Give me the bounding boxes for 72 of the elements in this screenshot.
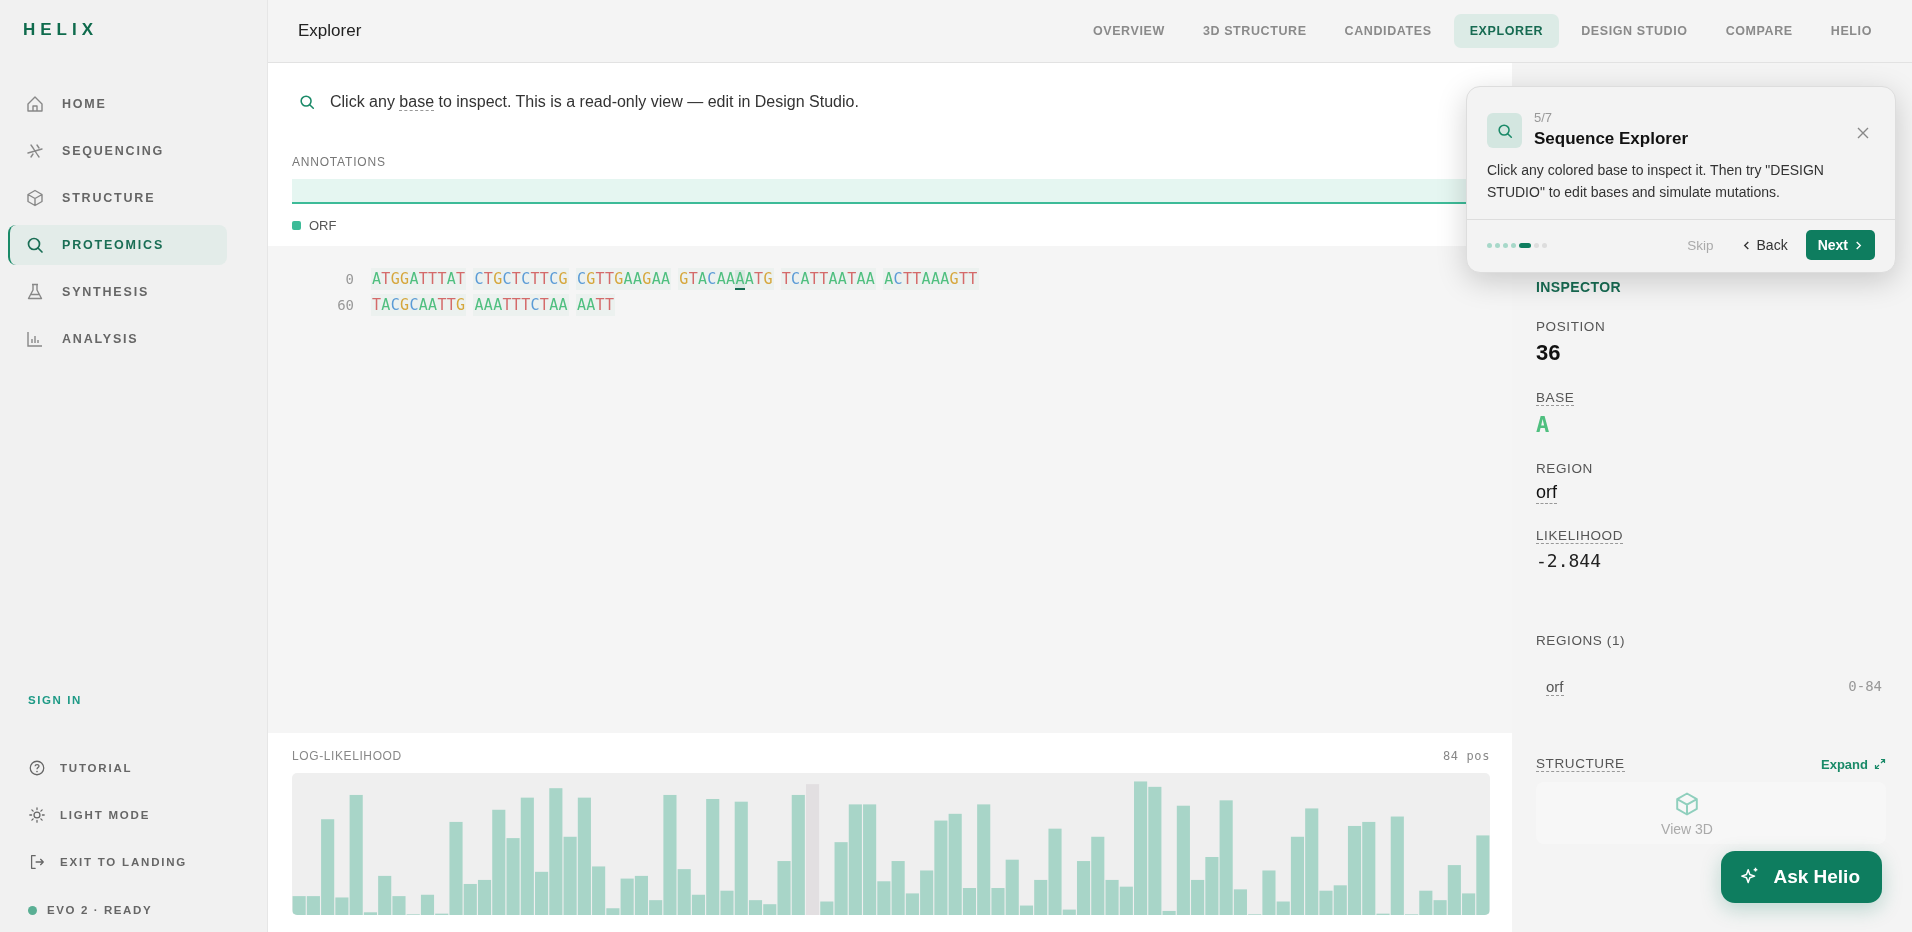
expand-button[interactable]: Expand: [1821, 756, 1886, 772]
popover-text: Click any colored base to inspect it. Then try "DESIGN STUDIO" to edit bases and simulate mutations.: [1486, 161, 1825, 202]
search-icon: [25, 235, 45, 255]
chevron-right-icon: [1854, 240, 1863, 250]
exit-icon: [28, 853, 46, 871]
base-group[interactable]: TCATTAATAA: [780, 268, 877, 290]
sidebar-footer-item[interactable]: TUTORIAL: [8, 748, 133, 788]
nav-tab[interactable]: DESIGN STUDIO: [1565, 14, 1704, 48]
section-heading: REGIONS (1): [1536, 633, 1626, 648]
section-heading: ANNOTATIONS: [292, 155, 387, 169]
search-icon: [1487, 113, 1522, 148]
nav-tab[interactable]: CANDIDATES: [1328, 14, 1448, 48]
search-icon: [298, 93, 316, 111]
field-label: POSITION: [1536, 319, 1606, 334]
sidebar-footer-item[interactable]: EXIT TO LANDING: [8, 842, 188, 882]
sidebar-item[interactable]: STRUCTURE: [8, 178, 227, 218]
position-count: 84 pos: [1443, 749, 1490, 763]
field-label: BASE: [1536, 390, 1575, 406]
base-group[interactable]: AATT: [575, 294, 616, 316]
sidebar-item[interactable]: SYNTHESIS: [8, 272, 227, 312]
page-title: Explorer: [298, 21, 362, 41]
next-button[interactable]: Next: [1805, 230, 1875, 260]
sidebar-item[interactable]: HOME: [8, 84, 227, 124]
ask-helio-button[interactable]: Ask Helio: [1721, 851, 1882, 903]
sign-in-link[interactable]: SIGN IN: [28, 694, 82, 706]
legend-label: ORF: [309, 218, 337, 233]
nav-tab[interactable]: HELIO: [1814, 14, 1888, 48]
close-icon: [1855, 125, 1871, 141]
panel-title: LOG-LIKELIHOOD: [292, 749, 402, 763]
base-group[interactable]: AAATTTCTAA: [473, 294, 569, 316]
sidebar-item[interactable]: SEQUENCING: [8, 131, 227, 171]
step-counter: 5/7: [1534, 110, 1553, 125]
sidebar-footer-item[interactable]: LIGHT MODE: [8, 795, 151, 835]
field-value: orf: [1536, 482, 1557, 504]
base-group[interactable]: CGTTGAAGAA: [575, 268, 672, 290]
field-value: -2.844: [1536, 550, 1602, 571]
base-group[interactable]: ATGGATTTAT: [371, 268, 467, 290]
flask-icon: [25, 282, 45, 302]
region-range: 0-84: [1848, 678, 1882, 696]
home-icon: [25, 94, 45, 114]
expand-icon: [1874, 758, 1886, 770]
popover-title: Sequence Explorer: [1534, 129, 1688, 149]
nav-tab[interactable]: COMPARE: [1709, 14, 1809, 48]
model-status: EVO 2 · READY: [47, 904, 153, 916]
section-heading: STRUCTURE: [1536, 756, 1625, 772]
info-text: Click any base to inspect. This is a read-only view — edit in Design Studio.: [330, 93, 859, 111]
base-group[interactable]: ACTTAAAGTT: [883, 268, 979, 290]
sun-icon: [28, 806, 46, 824]
structure-hint: View 3D: [1661, 820, 1713, 837]
region-name[interactable]: orf: [1546, 678, 1564, 696]
back-button[interactable]: Back: [1735, 236, 1794, 254]
panel-title: INSPECTOR: [1536, 279, 1622, 295]
field-value: A: [1536, 412, 1550, 437]
sidebar-item[interactable]: PROTEOMICS: [8, 225, 227, 265]
app-logo: HELIX: [23, 20, 99, 41]
field-value: 36: [1536, 340, 1561, 366]
bar-chart-icon: [25, 329, 45, 349]
base-group[interactable]: GTACAAAATG: [678, 268, 774, 290]
help-icon: [28, 759, 46, 777]
nav-tab[interactable]: OVERVIEW: [1076, 14, 1181, 48]
sidebar-item[interactable]: ANALYSIS: [8, 319, 227, 359]
field-label: LIKELIHOOD: [1536, 528, 1624, 544]
cube-icon: [25, 188, 45, 208]
position-number: 60: [336, 297, 355, 313]
base-group[interactable]: CTGCTCTTCG: [473, 268, 569, 290]
chevron-left-icon: [1741, 240, 1751, 250]
skip-button[interactable]: Skip: [1681, 236, 1720, 254]
base-group[interactable]: TACGCAATTG: [371, 294, 467, 316]
nav-tab[interactable]: EXPLORER: [1453, 14, 1560, 48]
position-number: 0: [344, 271, 355, 287]
nav-tab[interactable]: 3D STRUCTURE: [1186, 14, 1323, 48]
field-label: REGION: [1536, 461, 1593, 476]
